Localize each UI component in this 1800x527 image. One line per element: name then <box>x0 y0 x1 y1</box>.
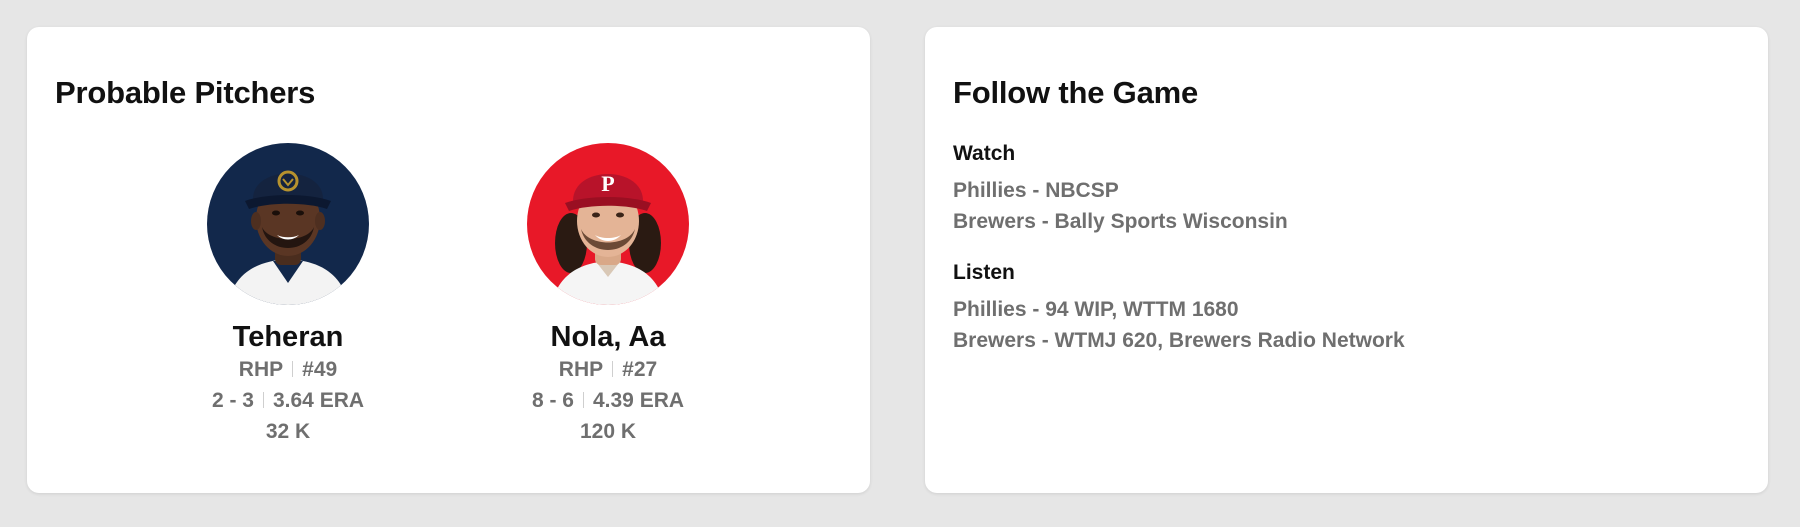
listen-list: Phillies - 94 WIP, WTTM 1680 Brewers - W… <box>953 294 1405 356</box>
follow-the-game-title: Follow the Game <box>953 75 1199 110</box>
watch-list: Phillies - NBCSP Brewers - Bally Sports … <box>953 175 1288 237</box>
pitcher-era: 3.64 ERA <box>272 389 365 412</box>
pitcher-record: 2 - 3 <box>211 389 254 412</box>
divider <box>612 361 614 377</box>
pitcher-card-nola[interactable]: P Nola, Aa RHP #27 8 - 6 4.39 ERA 120 K <box>488 143 728 447</box>
probable-pitchers-card: Probable Pitchers Teheran RHP #49 2 - 3 … <box>27 27 870 493</box>
pitcher-avatar[interactable] <box>207 143 369 305</box>
pitcher-name[interactable]: Nola, Aa <box>488 320 728 354</box>
divider <box>582 392 584 408</box>
pitcher-strikeouts: 120 K <box>579 420 637 443</box>
pitcher-record-era: 8 - 6 4.39 ERA <box>488 385 728 416</box>
divider <box>262 392 264 408</box>
pitcher-strikeouts: 32 K <box>265 420 311 443</box>
player-headshot-icon <box>207 143 369 305</box>
listen-item: Phillies - 94 WIP, WTTM 1680 <box>953 298 1239 321</box>
listen-heading: Listen <box>953 261 1015 284</box>
player-headshot-icon: P <box>527 143 689 305</box>
follow-the-game-card: Follow the Game Watch Phillies - NBCSP B… <box>925 27 1768 493</box>
pitcher-name[interactable]: Teheran <box>168 320 408 354</box>
pitcher-position: RHP <box>558 358 604 381</box>
watch-item: Brewers - Bally Sports Wisconsin <box>953 210 1288 233</box>
pitcher-record-era: 2 - 3 3.64 ERA <box>168 385 408 416</box>
watch-item: Phillies - NBCSP <box>953 179 1119 202</box>
pitcher-number: #27 <box>622 358 658 381</box>
divider <box>292 361 294 377</box>
pitcher-position-number: RHP #49 <box>168 354 408 385</box>
pitcher-card-teheran[interactable]: Teheran RHP #49 2 - 3 3.64 ERA 32 K <box>168 143 408 447</box>
pitcher-number: #49 <box>302 358 338 381</box>
pitcher-position-number: RHP #27 <box>488 354 728 385</box>
pitcher-record: 8 - 6 <box>531 389 574 412</box>
pitcher-era: 4.39 ERA <box>592 389 685 412</box>
watch-heading: Watch <box>953 142 1016 165</box>
pitcher-position: RHP <box>238 358 284 381</box>
listen-item: Brewers - WTMJ 620, Brewers Radio Networ… <box>953 329 1405 352</box>
svg-text:P: P <box>601 171 614 196</box>
pitcher-avatar[interactable]: P <box>527 143 689 305</box>
probable-pitchers-title: Probable Pitchers <box>55 75 316 110</box>
